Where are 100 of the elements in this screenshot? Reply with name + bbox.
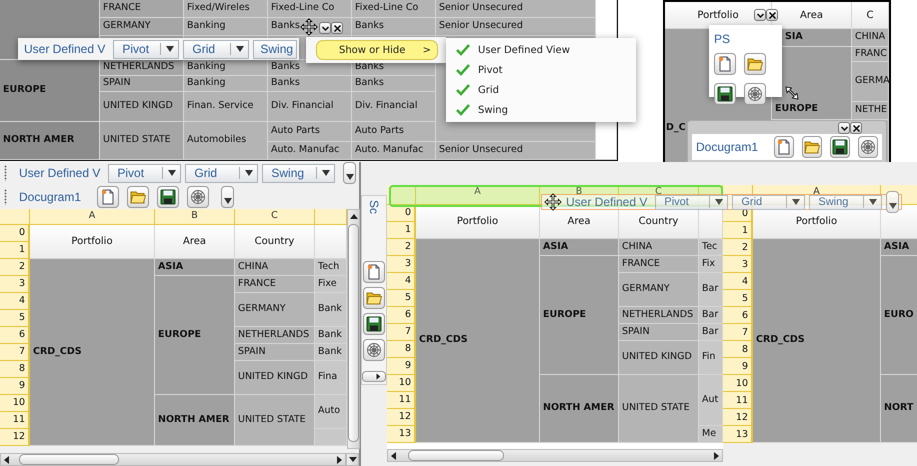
scrollbar-thumb[interactable]: [348, 224, 359, 442]
save-button[interactable]: [830, 136, 850, 158]
dropdown-button[interactable]: Grid: [183, 40, 250, 58]
document-icon: [717, 56, 733, 72]
row-number: 9: [723, 358, 753, 375]
table-cell: FRANCE: [100, 0, 184, 18]
dropdown-button[interactable]: Pivot: [655, 194, 728, 210]
save-button[interactable]: [714, 83, 736, 105]
column-letter: A: [416, 185, 540, 205]
right-arrow-icon: [375, 373, 381, 380]
grip-icon: [4, 188, 7, 204]
open-button[interactable]: [127, 186, 150, 208]
table-cell: UNITED KINGD: [619, 341, 699, 375]
folder-icon: [366, 290, 382, 306]
new-document-button[interactable]: [774, 136, 794, 158]
row-number: 12: [723, 409, 753, 426]
table-cell: UNITED KINGD: [235, 361, 315, 395]
web-button[interactable]: [858, 136, 878, 158]
menu-item[interactable]: User Defined View: [452, 40, 630, 60]
save-button[interactable]: [363, 313, 385, 335]
table-cell: Bar: [699, 273, 723, 307]
table-cell: FRANC: [852, 47, 889, 62]
chevron-down-icon: [840, 124, 848, 132]
row-number: 5: [723, 290, 753, 307]
row-number: 5: [0, 310, 30, 327]
menu-item[interactable]: Show or Hide >: [316, 40, 438, 60]
row-number: 7: [387, 324, 416, 341]
table-cell: Finan. Service: [184, 92, 268, 122]
dropdown-button[interactable]: Swing: [809, 194, 882, 210]
scroll-down-button[interactable]: [346, 453, 359, 466]
right-arrow-icon: [712, 452, 720, 460]
web-icon: [860, 139, 876, 155]
dropdown-button[interactable]: Grid: [185, 164, 258, 182]
collapse-button[interactable]: [838, 122, 850, 134]
row-number: 1: [0, 242, 30, 259]
close-button[interactable]: [766, 9, 778, 21]
scrollbar-thumb[interactable]: [408, 450, 504, 461]
web-button[interactable]: [744, 83, 766, 105]
table-cell: ASIA: [540, 239, 619, 256]
overflow-button[interactable]: [886, 191, 900, 213]
row-number: 0: [387, 205, 416, 222]
dropdown-button[interactable]: Pivot: [108, 164, 182, 182]
row-number: 8: [0, 361, 30, 378]
grip-icon: [4, 165, 7, 181]
table-cell: EUROPE: [0, 60, 100, 122]
collapse-button[interactable]: [319, 22, 331, 34]
open-button[interactable]: [802, 136, 822, 158]
web-button[interactable]: [187, 186, 210, 208]
save-button[interactable]: [157, 186, 180, 208]
move-cursor-icon: [544, 193, 562, 211]
right-arrow-icon: [335, 456, 344, 464]
row-number: 9: [0, 378, 30, 395]
overflow-button[interactable]: [343, 162, 356, 184]
dropdown-button[interactable]: Swing: [262, 164, 336, 182]
table-cell: Auto Parts: [352, 122, 436, 142]
new-document-button[interactable]: [363, 261, 385, 283]
dropdown-button[interactable]: Grid: [732, 194, 806, 210]
table-cell: NETHERLANDS: [619, 307, 699, 324]
web-button[interactable]: [363, 339, 385, 361]
close-button[interactable]: [850, 122, 862, 134]
new-document-button[interactable]: [714, 53, 736, 75]
table-cell: EURO: [881, 256, 917, 375]
collapse-button[interactable]: [754, 9, 766, 21]
table-cell: GERMANY: [100, 18, 184, 36]
table-cell: Fixed-Line Co: [268, 0, 352, 18]
table-cell: Fin: [699, 341, 723, 375]
table-cell: NETHE: [852, 102, 889, 120]
table-cell: FRANCE: [619, 256, 699, 273]
caret-icon: [888, 203, 897, 209]
row-number: 1: [387, 222, 416, 239]
table-cell: NETHERLANDS: [235, 327, 315, 344]
table-cell: UNITED KINGD: [100, 92, 184, 122]
expand-button[interactable]: [362, 371, 386, 382]
menu-item[interactable]: Grid: [452, 80, 630, 100]
column-title: Country: [619, 205, 699, 239]
up-arrow-icon: [350, 213, 358, 221]
row-number: 13: [387, 426, 416, 443]
open-button[interactable]: [363, 287, 385, 309]
close-icon: [768, 10, 776, 20]
table-cell: FRANCE: [235, 276, 315, 293]
dropdown-button[interactable]: Swing: [253, 40, 298, 58]
chevron-down-icon: [756, 10, 764, 20]
table-cell: Bank: [315, 293, 347, 327]
vertical-scrollbar[interactable]: [347, 209, 360, 449]
new-document-button[interactable]: [97, 186, 120, 208]
dropdown-button[interactable]: Pivot: [113, 40, 180, 58]
row-number: 2: [0, 259, 30, 276]
horizontal-scrollbar[interactable]: [0, 453, 346, 466]
menu-item[interactable]: Pivot: [452, 60, 630, 80]
table-cell: CRD_CDS: [753, 239, 881, 443]
menu-item[interactable]: Swing: [452, 100, 630, 120]
empty-cell: [315, 429, 347, 446]
row-number: 8: [723, 341, 753, 358]
folder-icon: [747, 56, 763, 72]
horizontal-scrollbar[interactable]: [387, 449, 723, 462]
column-title: Area: [155, 225, 235, 259]
close-button[interactable]: [331, 22, 343, 34]
overflow-button[interactable]: [221, 186, 234, 208]
scrollbar-thumb[interactable]: [19, 454, 119, 465]
open-button[interactable]: [744, 53, 766, 75]
